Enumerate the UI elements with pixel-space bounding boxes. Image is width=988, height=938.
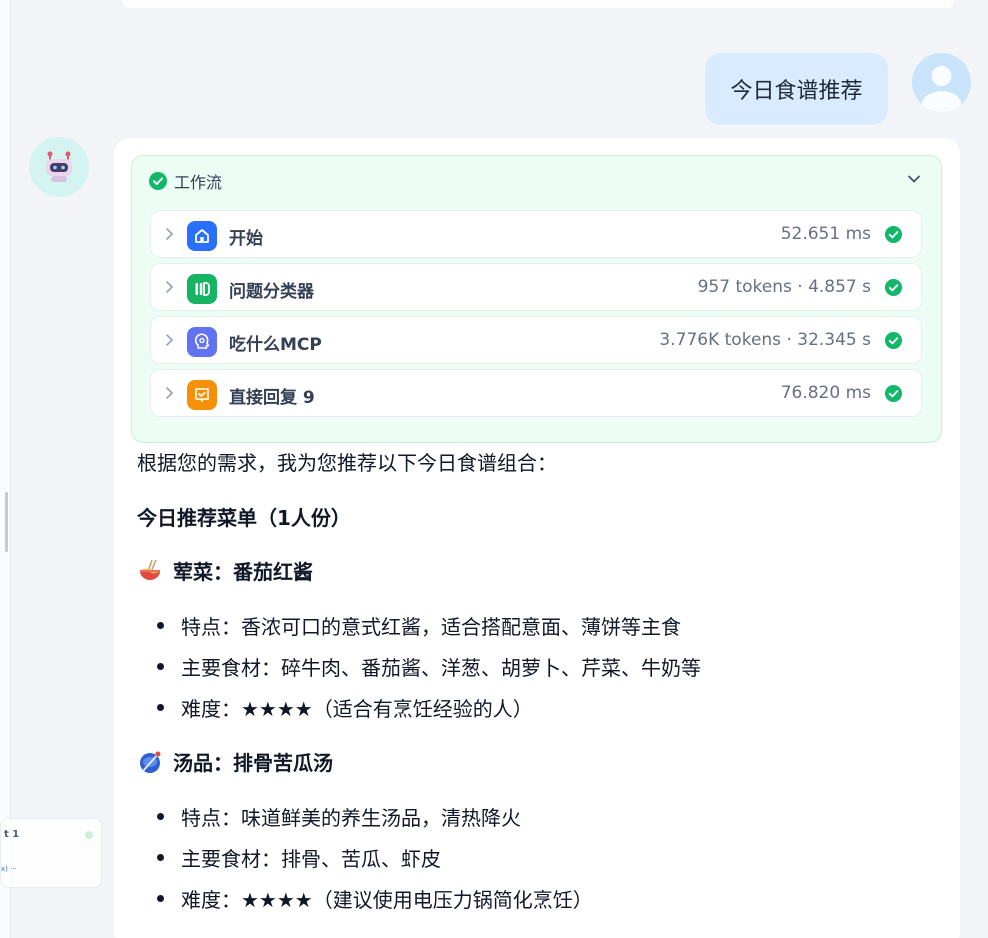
bullet-dot [157, 854, 164, 861]
list-item: 特点：香浓可口的意式红酱，适合搭配意面、薄饼等主食 [157, 611, 681, 640]
list-item: 难度：★★★★（适合有烹饪经验的人） [157, 693, 533, 722]
left-scrollbar[interactable] [5, 492, 8, 552]
node-preview-title: t 1 [4, 829, 20, 840]
list-item-text: 主要食材：排骨、苦瓜、虾皮 [181, 847, 441, 871]
workflow-step-classifier[interactable]: 问题分类器 957 tokens · 4.857 s [150, 263, 922, 311]
step-name: 直接回复 9 [229, 388, 315, 408]
workflow-header[interactable]: 工作流 [148, 169, 222, 193]
chevron-right-icon[interactable] [163, 333, 175, 347]
soup-emoji-icon [140, 751, 161, 773]
list-item: 特点：味道鲜美的养生汤品，清热降火 [157, 802, 521, 831]
left-panel-edge [0, 0, 11, 938]
classifier-icon [187, 274, 217, 304]
success-check-icon [884, 278, 903, 297]
dish-heading: 汤品：排骨苦瓜汤 [137, 747, 333, 776]
workflow-panel[interactable]: 工作流 开始 52.651 ms 问题分类器 957 tokens · 4.85… [131, 155, 942, 443]
home-icon [187, 221, 217, 251]
chevron-right-icon[interactable] [163, 386, 175, 400]
reply-icon [187, 380, 217, 410]
workflow-title: 工作流 [174, 173, 223, 192]
success-check-icon [884, 384, 903, 403]
chevron-right-icon[interactable] [163, 227, 175, 241]
step-metrics: 52.651 ms [780, 224, 871, 244]
bullet-dot [157, 895, 164, 902]
answer-intro: 根据您的需求，我为您推荐以下今日食谱组合： [137, 451, 557, 475]
node-preview-sub: x) ··· [1, 865, 17, 873]
list-item-text: 特点：味道鲜美的养生汤品，清热降火 [181, 806, 521, 830]
bullet-dot [157, 813, 164, 820]
list-item-text: 特点：香浓可口的意式红酱，适合搭配意面、薄饼等主食 [181, 615, 681, 639]
bot-avatar [29, 137, 89, 197]
user-silhouette-icon [921, 66, 962, 112]
user-message-text: 今日食谱推荐 [730, 79, 863, 104]
robot-icon [46, 151, 72, 182]
step-metrics: 3.776K tokens · 32.345 s [659, 330, 871, 350]
list-item: 主要食材：碎牛肉、番茄酱、洋葱、胡萝卜、芹菜、牛奶等 [157, 652, 701, 681]
workflow-step-reply[interactable]: 直接回复 9 76.820 ms [150, 369, 922, 417]
workflow-step-mcp[interactable]: 吃什么MCP 3.776K tokens · 32.345 s [150, 316, 922, 364]
bullet-dot [157, 663, 164, 670]
previous-message-card [122, 0, 954, 8]
bullet-dot [157, 622, 164, 629]
dish-title: 荤菜：番茄红酱 [173, 560, 313, 584]
bullet-dot [157, 704, 164, 711]
chevron-down-icon[interactable] [907, 172, 921, 186]
node-status-dot [85, 831, 93, 839]
user-avatar [912, 53, 971, 112]
user-message-bubble: 今日食谱推荐 [705, 53, 888, 125]
step-metrics: 957 tokens · 4.857 s [697, 277, 871, 297]
step-name: 问题分类器 [229, 282, 314, 302]
workflow-step-start[interactable]: 开始 52.651 ms [150, 210, 922, 258]
success-check-icon [149, 172, 167, 190]
step-metrics: 76.820 ms [780, 383, 871, 403]
menu-heading: 今日推荐菜单（1人份） [137, 506, 351, 530]
canvas-node-preview[interactable]: t 1 x) ··· [0, 818, 102, 888]
step-name: 吃什么MCP [229, 335, 322, 355]
list-item-text: 主要食材：碎牛肉、番茄酱、洋葱、胡萝卜、芹菜、牛奶等 [181, 656, 701, 680]
dish-title: 汤品：排骨苦瓜汤 [173, 751, 333, 775]
success-check-icon [884, 331, 903, 350]
brain-icon [187, 327, 217, 357]
chevron-right-icon[interactable] [163, 280, 175, 294]
noodles-emoji-icon [140, 559, 160, 580]
success-check-icon [884, 225, 903, 244]
list-item: 主要食材：排骨、苦瓜、虾皮 [157, 843, 441, 872]
step-name: 开始 [229, 229, 263, 249]
list-item-text: 难度：★★★★（建议使用电压力锅简化烹饪） [181, 888, 593, 912]
list-item-text: 难度：★★★★（适合有烹饪经验的人） [181, 697, 533, 721]
list-item: 难度：★★★★（建议使用电压力锅简化烹饪） [157, 884, 593, 913]
dish-heading: 荤菜：番茄红酱 [137, 556, 313, 585]
